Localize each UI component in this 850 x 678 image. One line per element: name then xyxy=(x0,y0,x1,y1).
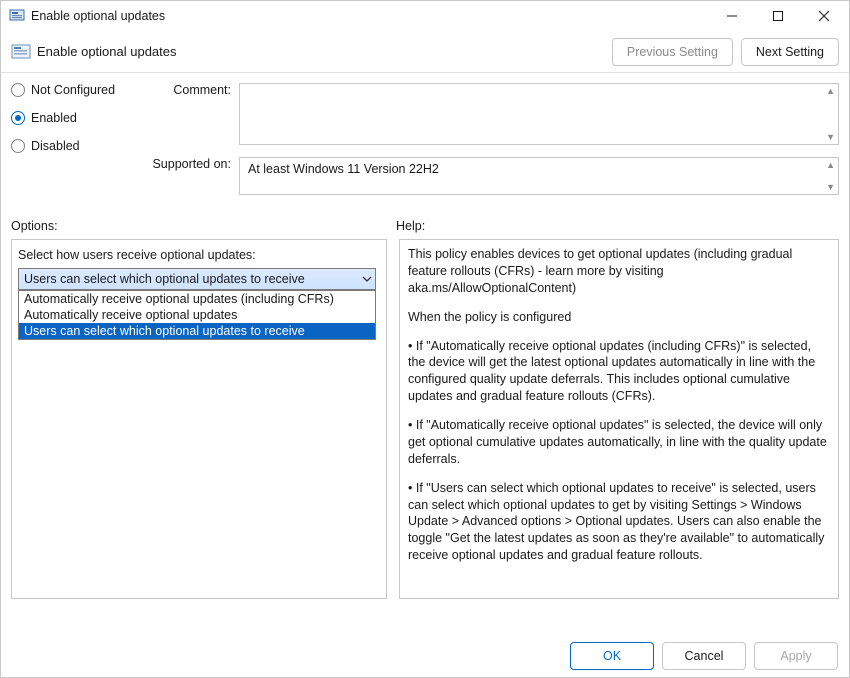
next-setting-button[interactable]: Next Setting xyxy=(741,38,839,66)
minimize-button[interactable] xyxy=(709,1,755,31)
policy-icon xyxy=(9,8,25,24)
options-panel: Select how users receive optional update… xyxy=(11,239,387,599)
options-label: Options: xyxy=(11,219,396,233)
options-dropdown[interactable]: Users can select which optional updates … xyxy=(18,268,376,290)
radio-label: Not Configured xyxy=(31,83,115,97)
dropdown-option[interactable]: Users can select which optional updates … xyxy=(19,323,375,339)
previous-setting-button[interactable]: Previous Setting xyxy=(612,38,733,66)
help-label: Help: xyxy=(396,219,425,233)
options-prompt: Select how users receive optional update… xyxy=(18,248,380,262)
help-paragraph: When the policy is configured xyxy=(408,309,830,326)
cancel-button[interactable]: Cancel xyxy=(662,642,746,670)
scroll-up-icon[interactable]: ▲ xyxy=(826,160,835,170)
supported-on-value-box: At least Windows 11 Version 22H2 ▲ ▼ xyxy=(239,157,839,195)
policy-title: Enable optional updates xyxy=(37,44,612,59)
scroll-down-icon[interactable]: ▼ xyxy=(826,182,835,192)
dropdown-option[interactable]: Automatically receive optional updates (… xyxy=(19,291,375,307)
maximize-button[interactable] xyxy=(755,1,801,31)
help-paragraph: • If "Users can select which optional up… xyxy=(408,480,830,564)
close-button[interactable] xyxy=(801,1,847,31)
window-title: Enable optional updates xyxy=(31,9,709,23)
chevron-down-icon xyxy=(362,272,372,286)
policy-icon xyxy=(11,42,31,62)
comment-input[interactable]: ▲ ▼ xyxy=(239,83,839,145)
options-dropdown-list: Automatically receive optional updates (… xyxy=(18,290,376,340)
radio-label: Disabled xyxy=(31,139,80,153)
title-bar: Enable optional updates xyxy=(1,1,849,31)
help-paragraph: • If "Automatically receive optional upd… xyxy=(408,417,830,468)
ok-button[interactable]: OK xyxy=(570,642,654,670)
dropdown-option[interactable]: Automatically receive optional updates xyxy=(19,307,375,323)
radio-not-configured[interactable]: Not Configured xyxy=(11,83,131,97)
help-paragraph: • If "Automatically receive optional upd… xyxy=(408,338,830,406)
dialog-footer: OK Cancel Apply xyxy=(570,642,838,670)
help-paragraph: This policy enables devices to get optio… xyxy=(408,246,830,297)
radio-disabled[interactable]: Disabled xyxy=(11,139,131,153)
radio-enabled[interactable]: Enabled xyxy=(11,111,131,125)
scroll-up-icon[interactable]: ▲ xyxy=(826,86,835,96)
help-panel: This policy enables devices to get optio… xyxy=(399,239,839,599)
apply-button[interactable]: Apply xyxy=(754,642,838,670)
comment-label: Comment: xyxy=(141,83,239,145)
radio-label: Enabled xyxy=(31,111,77,125)
scroll-down-icon[interactable]: ▼ xyxy=(826,132,835,142)
supported-on-value: At least Windows 11 Version 22H2 xyxy=(248,162,439,176)
supported-on-label: Supported on: xyxy=(141,157,239,195)
options-dropdown-selected: Users can select which optional updates … xyxy=(24,272,305,286)
header-row: Enable optional updates Previous Setting… xyxy=(1,31,849,73)
